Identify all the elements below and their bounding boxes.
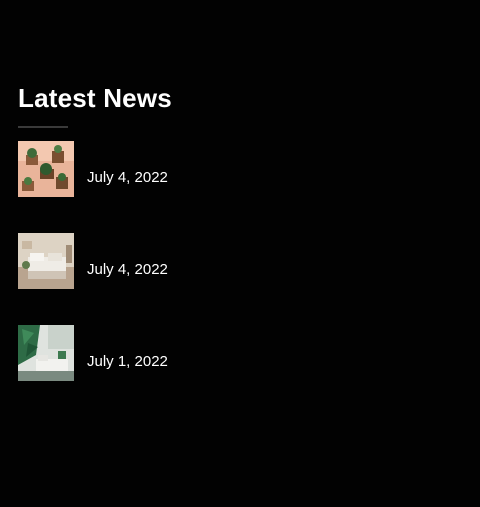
latest-news-widget: Latest News July 4, 2022 July 4, 2022 Ju… bbox=[18, 80, 458, 417]
title-underline bbox=[18, 126, 68, 128]
post-date: July 4, 2022 bbox=[87, 261, 168, 278]
post-date: July 1, 2022 bbox=[87, 353, 168, 370]
widget-title: Latest News bbox=[18, 83, 172, 113]
post-thumbnail-link[interactable] bbox=[18, 325, 74, 381]
post-thumbnail-link[interactable] bbox=[18, 233, 74, 289]
list-item: July 4, 2022 bbox=[18, 233, 458, 289]
plants-shelf-image bbox=[18, 141, 74, 197]
green-livingroom-image bbox=[18, 325, 74, 381]
bedroom-image bbox=[18, 233, 74, 289]
post-thumbnail-link[interactable] bbox=[18, 141, 74, 197]
list-item: July 4, 2022 bbox=[18, 141, 458, 197]
list-item: July 1, 2022 bbox=[18, 325, 458, 381]
post-date: July 4, 2022 bbox=[87, 169, 168, 186]
news-list: July 4, 2022 July 4, 2022 July 1, 2022 bbox=[18, 141, 458, 381]
